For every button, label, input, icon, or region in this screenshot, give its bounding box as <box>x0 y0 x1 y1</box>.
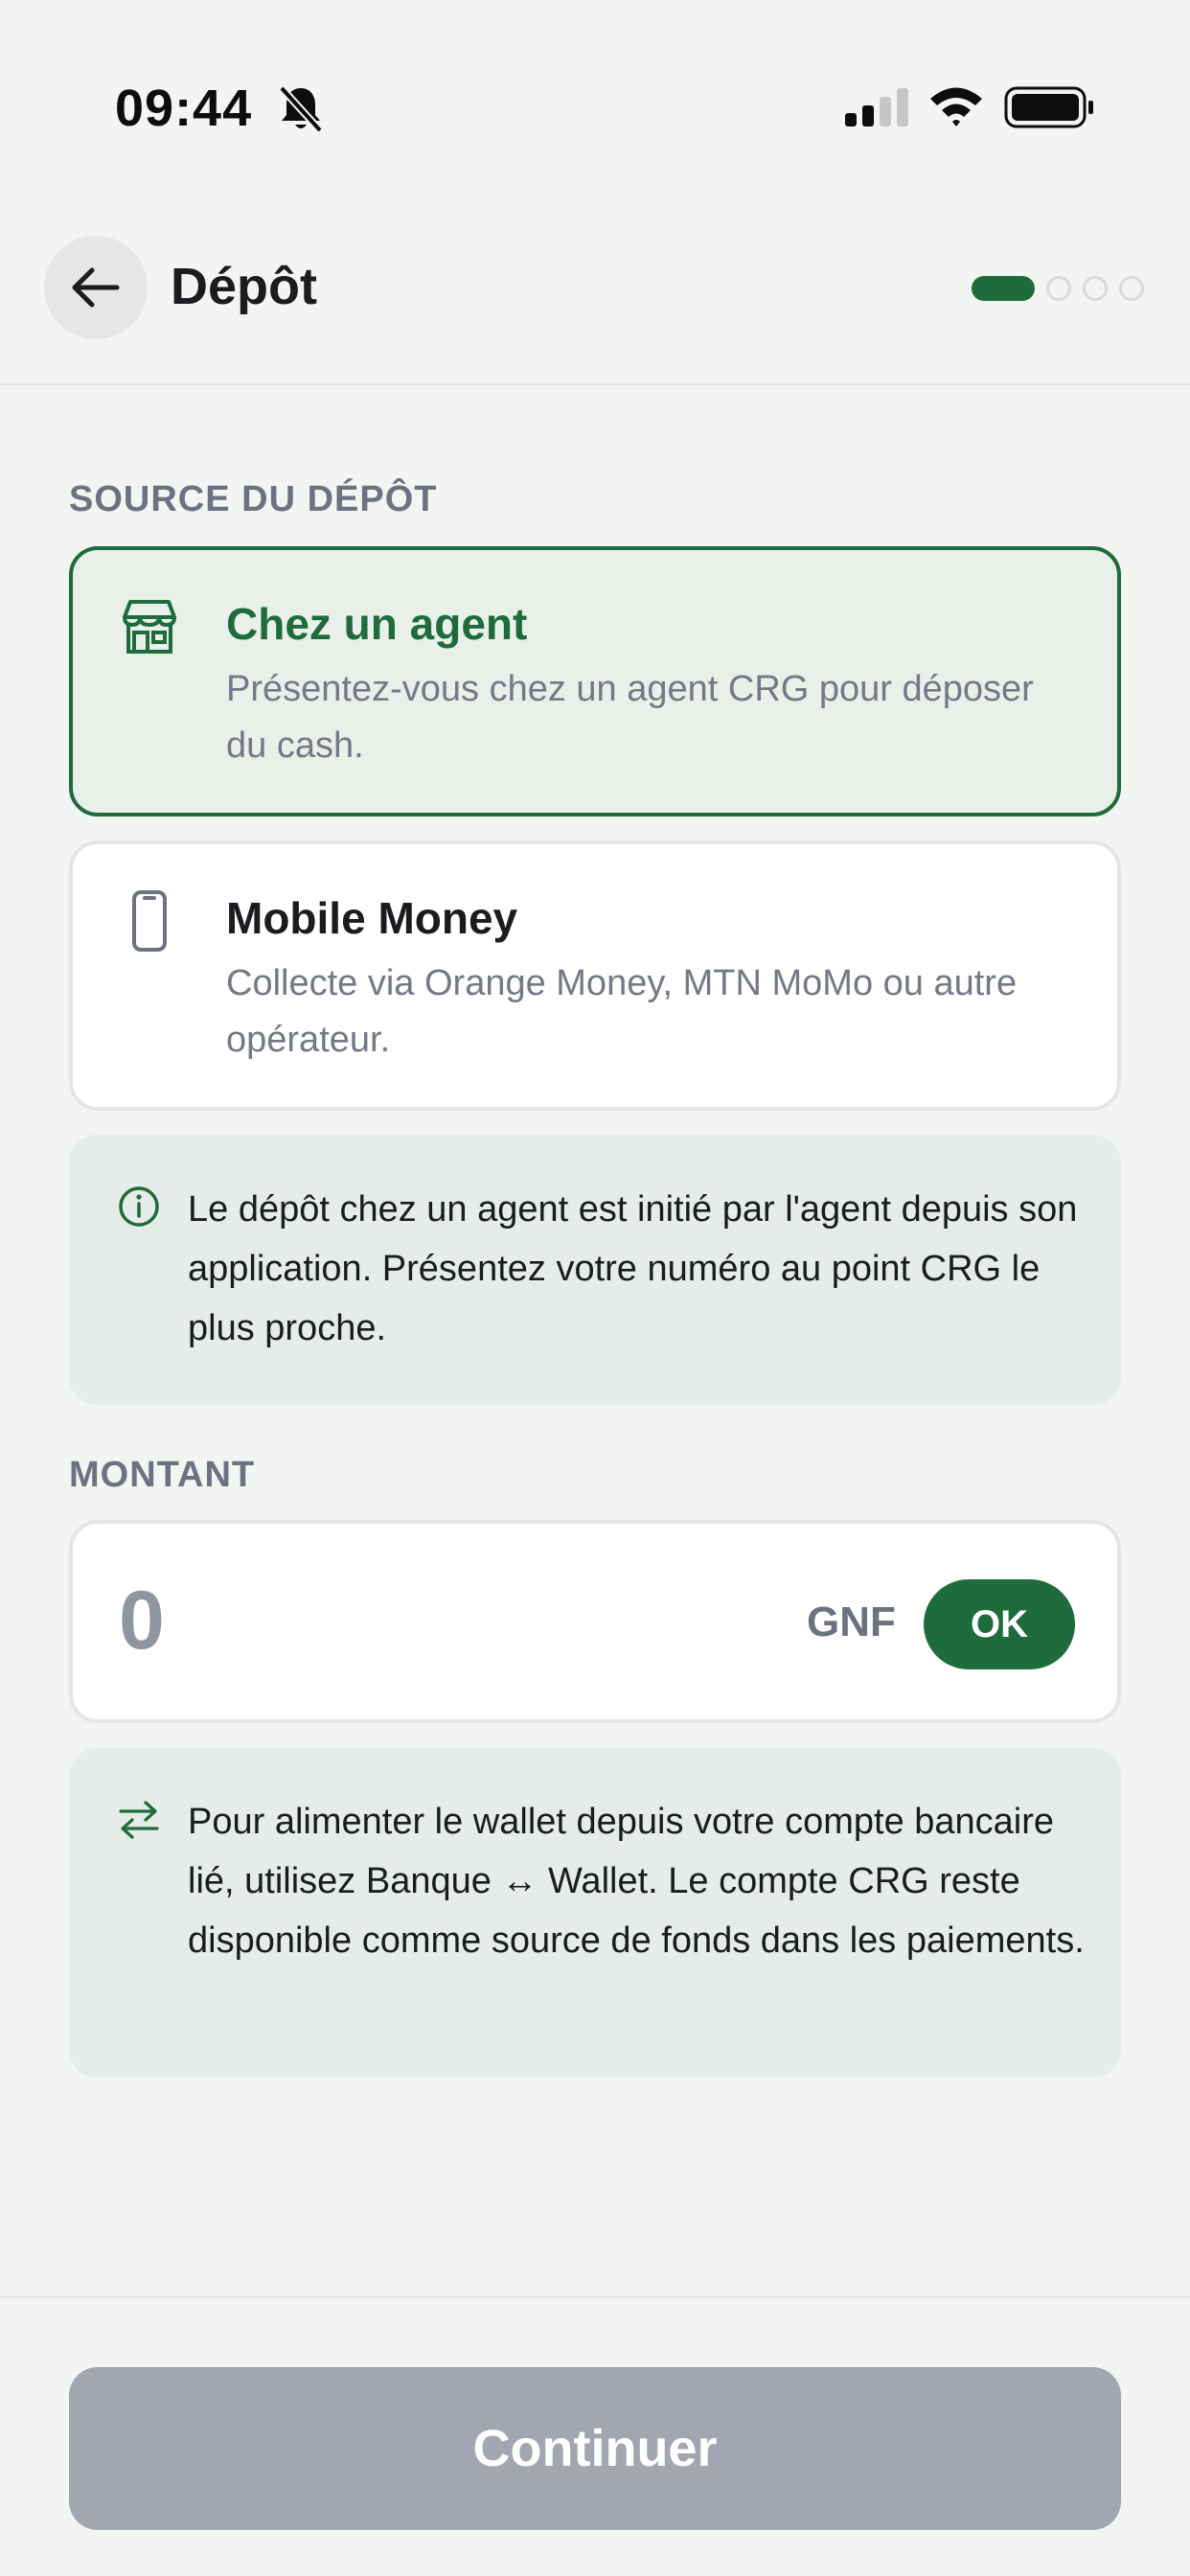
status-bar: 09:44 <box>0 0 1190 192</box>
amount-section-label: MONTANT <box>69 1455 256 1495</box>
storefront-icon <box>123 600 176 654</box>
step-dot <box>1119 276 1144 301</box>
option-title: Mobile Money <box>226 893 518 943</box>
option-agent[interactable]: Chez un agent Présentez-vous chez un age… <box>69 546 1121 816</box>
option-title: Chez un agent <box>226 599 528 649</box>
signal-icon <box>845 88 908 126</box>
amount-field: GNF OK <box>69 1520 1121 1723</box>
source-section-label: SOURCE DU DÉPÔT <box>69 479 438 519</box>
agent-info-text: Le dépôt chez un agent est initié par l'… <box>188 1189 1078 1348</box>
footer-divider <box>0 2296 1190 2298</box>
continue-button[interactable]: Continuer <box>69 2367 1121 2530</box>
header: Dépôt <box>0 192 1190 385</box>
page-title: Dépôt <box>171 258 317 315</box>
option-mobile-money[interactable]: Mobile Money Collecte via Orange Money, … <box>69 840 1121 1111</box>
ok-button[interactable]: OK <box>924 1579 1075 1669</box>
amount-input[interactable] <box>119 1568 790 1673</box>
smartphone-icon <box>132 890 167 952</box>
wallet-info-text: Pour alimenter le wallet depuis votre co… <box>188 1802 1085 1961</box>
agent-info-box: Le dépôt chez un agent est initié par l'… <box>69 1135 1121 1405</box>
transfer-arrows-icon <box>119 1801 159 1839</box>
battery-icon <box>1004 86 1093 128</box>
bell-slash-icon <box>279 85 323 133</box>
step-dot-active <box>972 276 1035 301</box>
option-description: Collecte via Orange Money, MTN MoMo ou a… <box>226 963 1018 1060</box>
arrow-left-icon <box>72 267 120 308</box>
step-dot <box>1083 276 1108 301</box>
status-time: 09:44 <box>115 80 253 137</box>
step-dot <box>1046 276 1071 301</box>
wifi-icon <box>930 87 982 126</box>
option-description: Présentez-vous chez un agent CRG pour dé… <box>226 669 1034 766</box>
back-button[interactable] <box>44 236 148 339</box>
step-indicator <box>972 276 1144 301</box>
info-icon <box>119 1186 159 1227</box>
wallet-info-box: Pour alimenter le wallet depuis votre co… <box>69 1748 1121 2078</box>
currency-label: GNF <box>807 1598 896 1645</box>
